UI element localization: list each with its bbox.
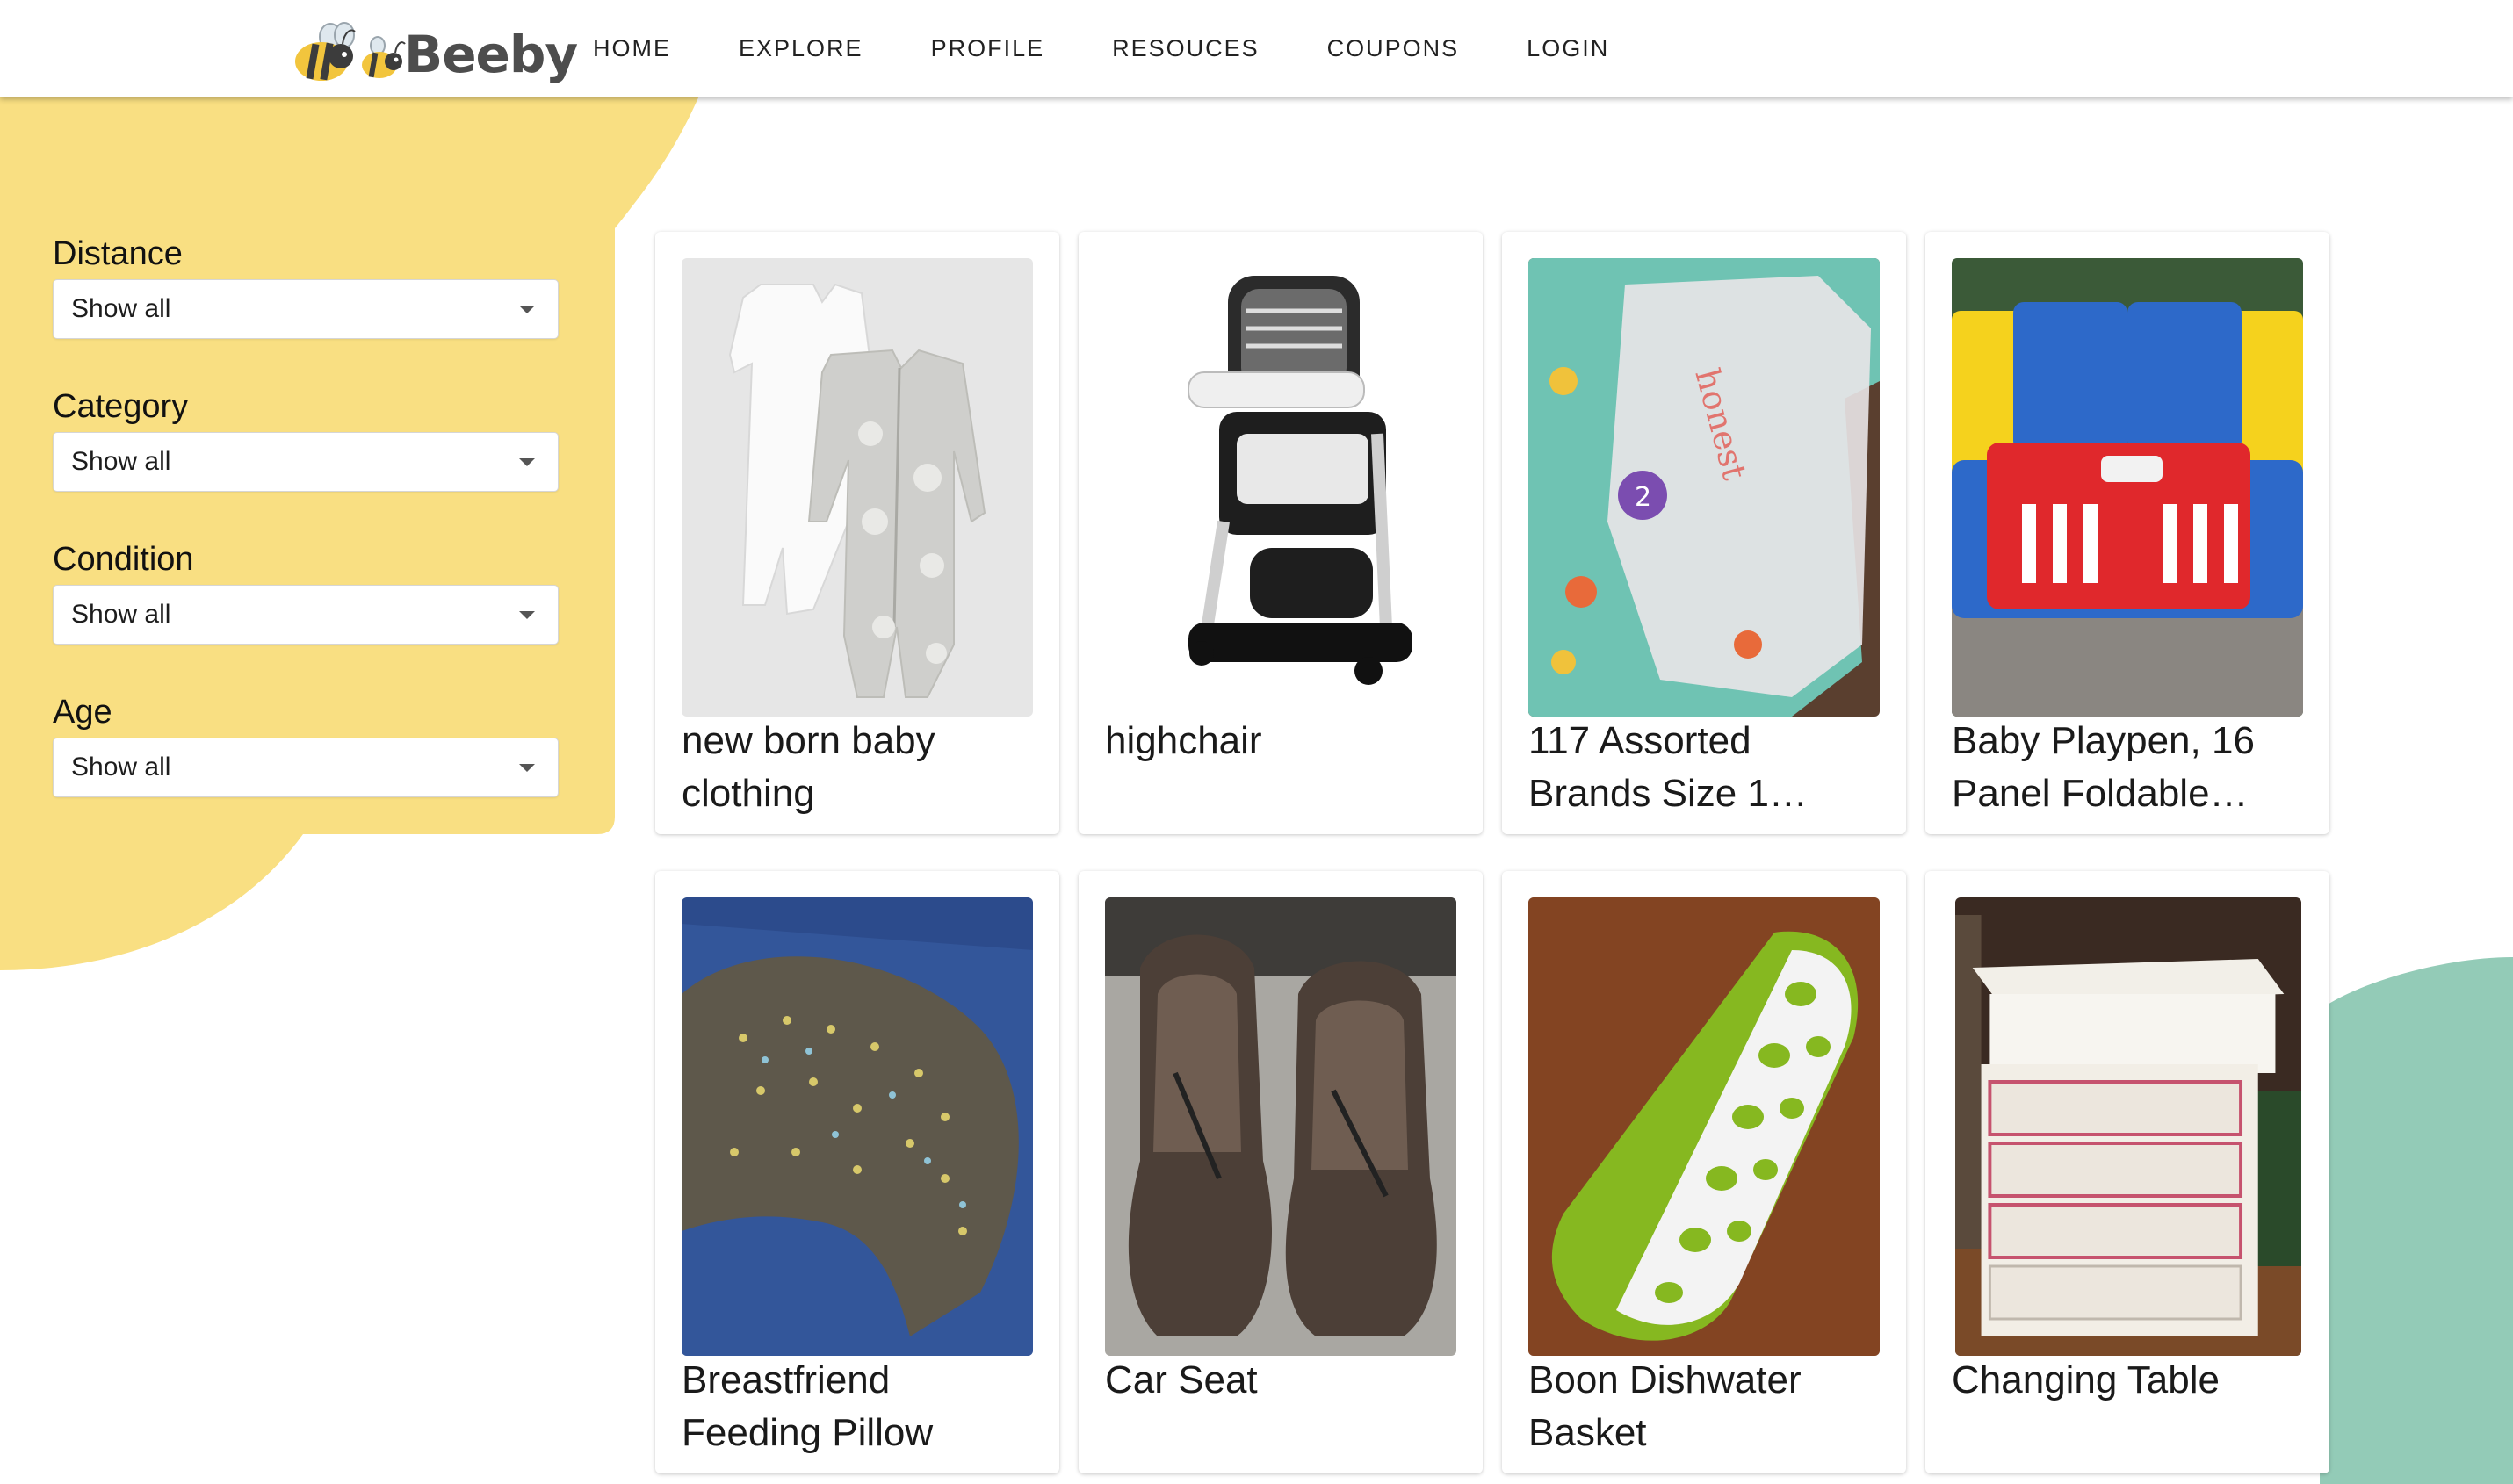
category-select[interactable]: Show all	[53, 432, 559, 492]
select-value: Show all	[71, 447, 171, 476]
beeby-logo[interactable]: Beeby	[290, 16, 578, 84]
select-value: Show all	[71, 753, 171, 782]
nav-resources[interactable]: RESOUCES	[1112, 35, 1260, 62]
product-title: Baby Playpen, 16 Panel Foldable…	[1952, 719, 2255, 815]
product-card[interactable]: Breastfriend Feeding Pillow	[655, 871, 1059, 1473]
product-title: Changing Table	[1952, 1358, 2220, 1401]
filter-sidebar: Distance Show all Category Show all Cond…	[53, 228, 560, 839]
playpen-image	[1952, 258, 2303, 717]
product-title: 117 Assorted Brands Size 1…	[1528, 719, 1808, 815]
filter-age: Age Show all	[53, 687, 560, 839]
age-select[interactable]: Show all	[53, 738, 559, 797]
nav-login[interactable]: LOGIN	[1527, 35, 1609, 62]
product-title: highchair	[1105, 719, 1262, 762]
dropdown-arrow-icon	[519, 611, 535, 619]
nav-explore[interactable]: EXPLORE	[739, 35, 863, 62]
product-card[interactable]: Boon Dishwater Basket	[1502, 871, 1906, 1473]
filter-label: Category	[53, 388, 189, 425]
filter-category: Category Show all	[53, 381, 560, 534]
dishwasher-basket-image	[1528, 897, 1880, 1356]
teal-background-blob	[2320, 957, 2513, 1484]
car-seats-image	[1105, 897, 1456, 1356]
product-card[interactable]: Changing Table	[1925, 871, 2329, 1473]
feeding-pillow-image	[682, 897, 1033, 1356]
select-value: Show all	[71, 294, 171, 323]
product-card[interactable]: new born baby clothing	[655, 232, 1059, 834]
product-card[interactable]: Car Seat	[1079, 871, 1483, 1473]
bee-icon	[295, 22, 406, 81]
top-navbar: Beeby HOME EXPLORE PROFILE RESOUCES COUP…	[0, 0, 2513, 97]
product-title: new born baby clothing	[682, 719, 935, 815]
filter-label: Distance	[53, 235, 183, 272]
filter-label: Condition	[53, 541, 194, 578]
product-title: Boon Dishwater Basket	[1528, 1358, 1802, 1454]
product-card[interactable]: 2 honest 117 Assorted Brands Size 1…	[1502, 232, 1906, 834]
dropdown-arrow-icon	[519, 306, 535, 313]
dropdown-arrow-icon	[519, 764, 535, 772]
changing-table-image	[1955, 897, 2301, 1356]
main-nav: HOME EXPLORE PROFILE RESOUCES COUPONS LO…	[593, 0, 1677, 97]
highchair-image	[1105, 258, 1456, 717]
filter-condition: Condition Show all	[53, 534, 560, 687]
nav-home[interactable]: HOME	[593, 35, 671, 62]
product-card[interactable]: highchair	[1079, 232, 1483, 834]
nav-profile[interactable]: PROFILE	[931, 35, 1045, 62]
select-value: Show all	[71, 600, 171, 629]
filter-label: Age	[53, 694, 112, 731]
distance-select[interactable]: Show all	[53, 279, 559, 339]
condition-select[interactable]: Show all	[53, 585, 559, 645]
baby-onesies-image	[682, 258, 1033, 717]
product-title: Car Seat	[1105, 1358, 1258, 1401]
diapers-package-image: 2 honest	[1528, 258, 1880, 717]
product-card[interactable]: Baby Playpen, 16 Panel Foldable…	[1925, 232, 2329, 834]
nav-coupons[interactable]: COUPONS	[1327, 35, 1460, 62]
filter-distance: Distance Show all	[53, 228, 560, 381]
product-title: Breastfriend Feeding Pillow	[682, 1358, 934, 1454]
dropdown-arrow-icon	[519, 458, 535, 466]
brand-name: Beeby	[404, 25, 578, 84]
svg-text:2: 2	[1635, 482, 1651, 513]
